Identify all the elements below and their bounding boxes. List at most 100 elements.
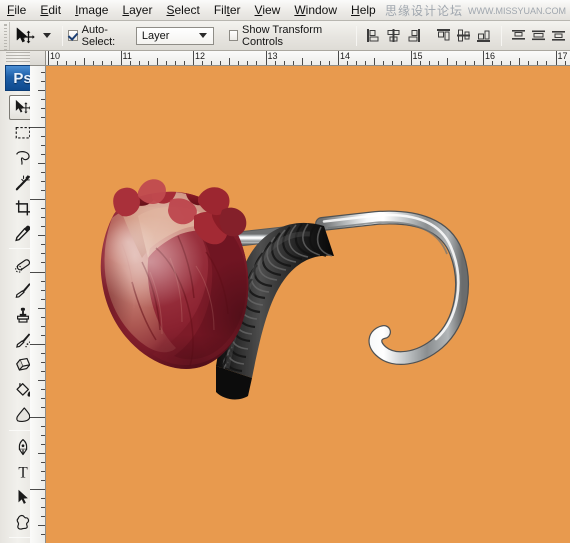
menu-item-select[interactable]: Select [159, 1, 206, 19]
options-separator-3 [501, 25, 502, 46]
watermark-url: WWW.MISSYUAN.COM [468, 5, 566, 16]
ruler-minor-tick [301, 58, 303, 65]
ruler-corner[interactable] [30, 51, 46, 66]
chevron-down-icon [198, 33, 207, 38]
artwork-composition [100, 179, 469, 400]
menu-item-view[interactable]: View [248, 1, 288, 19]
ruler-minor-tick [347, 61, 349, 65]
ruler-major-tick [48, 51, 49, 65]
ruler-minor-tick [519, 58, 521, 65]
ruler-minor-tick [174, 61, 176, 65]
menu-item-edit[interactable]: Edit [33, 1, 68, 19]
watermark-chinese: 思缘设计论坛 [384, 4, 463, 18]
ruler-minor-tick [102, 61, 104, 65]
align-edges-group [362, 27, 425, 44]
document-canvas[interactable] [46, 66, 570, 543]
align-bottom-edges-icon[interactable] [475, 27, 492, 44]
vruler-tick [30, 126, 45, 128]
ruler-minor-tick [229, 58, 231, 65]
auto-select-scope-dropdown[interactable]: Layer [135, 26, 214, 45]
distribute-top-edges-icon[interactable] [510, 27, 527, 44]
ruler-major-tick [483, 51, 484, 65]
ruler-minor-tick [428, 61, 430, 65]
vruler-tick [41, 298, 45, 300]
vertical-ruler[interactable] [30, 66, 46, 543]
distribute-bottom-edges-icon[interactable] [550, 27, 567, 44]
ruler-minor-tick [93, 61, 95, 65]
ruler-minor-tick [464, 61, 466, 65]
menu-item-window[interactable]: Window [287, 1, 344, 19]
vruler-tick [41, 398, 45, 400]
vruler-tick [41, 226, 45, 228]
vruler-tick [38, 452, 45, 454]
vruler-tick [30, 344, 45, 345]
ruler-minor-tick [383, 61, 385, 65]
ruler-minor-tick [310, 61, 312, 65]
ruler-minor-tick [501, 61, 503, 65]
ruler-major-tick [555, 51, 557, 65]
ruler-label: 11 [122, 51, 132, 61]
vruler-tick [38, 235, 45, 237]
vruler-tick [38, 162, 45, 164]
ruler-minor-tick [183, 61, 185, 65]
ruler-minor-tick [492, 61, 494, 65]
auto-select-checkbox[interactable] [68, 30, 78, 41]
options-separator-2 [356, 25, 357, 46]
vruler-tick [41, 407, 45, 409]
vruler-tick [41, 516, 45, 518]
show-transform-controls-checkbox[interactable] [228, 30, 239, 41]
distribute-vertical-centers-icon[interactable] [530, 27, 547, 44]
vruler-tick [41, 81, 45, 83]
move-tool-icon [14, 26, 36, 46]
ruler-label: 15 [412, 51, 423, 61]
ruler-minor-tick [356, 61, 358, 65]
menu-bar: File Edit Image Layer Select Filter View… [0, 0, 570, 21]
menu-item-filter[interactable]: Filter [207, 1, 248, 19]
align-vertical-centers-icon[interactable] [455, 27, 472, 44]
vruler-tick [41, 461, 45, 463]
ruler-minor-tick [202, 61, 204, 65]
menu-item-layer[interactable]: Layer [115, 1, 159, 19]
active-tool-preview[interactable] [10, 22, 57, 50]
ruler-minor-tick [220, 61, 222, 65]
ruler-label: 14 [340, 51, 351, 61]
vruler-tick [41, 353, 45, 355]
vruler-tick [41, 434, 45, 436]
ruler-minor-tick [365, 61, 367, 65]
align-left-edges-icon[interactable] [365, 27, 382, 44]
ruler-minor-tick [147, 61, 149, 65]
menu-item-image[interactable]: Image [68, 1, 115, 19]
align-vertical-group [432, 27, 495, 44]
ruler-major-tick [193, 51, 194, 65]
ruler-minor-tick [292, 61, 294, 65]
options-bar-grip[interactable] [1, 21, 11, 50]
vruler-tick [38, 90, 45, 92]
menu-item-file[interactable]: File [0, 1, 33, 19]
vruler-tick [41, 371, 45, 373]
watermark: 思缘设计论坛 WWW.MISSYUAN.COM [385, 2, 566, 19]
align-horizontal-centers-icon[interactable] [385, 27, 402, 44]
ruler-major-tick [265, 51, 267, 65]
vruler-tick [41, 443, 45, 445]
vruler-tick [41, 479, 45, 481]
vruler-tick [41, 289, 45, 291]
auto-select-label: Auto-Select: [81, 23, 116, 48]
vruler-tick [41, 534, 45, 536]
ruler-minor-tick [138, 61, 140, 65]
ruler-minor-tick [319, 61, 321, 65]
vruler-tick [41, 153, 45, 155]
align-top-edges-icon[interactable] [435, 27, 452, 44]
ruler-minor-tick [165, 61, 167, 65]
ruler-minor-tick [546, 61, 548, 65]
horizontal-ruler[interactable]: 10 11 12 13 14 15 16 17 [46, 51, 570, 66]
menu-item-help[interactable]: Help [344, 1, 383, 19]
align-right-edges-icon[interactable] [405, 27, 422, 44]
vruler-tick [38, 525, 45, 527]
vruler-tick [41, 389, 45, 391]
tool-preset-chevron-down-icon[interactable] [43, 33, 52, 38]
ruler-minor-tick [537, 61, 539, 65]
ruler-minor-tick [256, 61, 258, 65]
ruler-minor-tick [374, 58, 376, 65]
svg-text:T: T [18, 464, 28, 481]
distribute-group [507, 27, 570, 44]
